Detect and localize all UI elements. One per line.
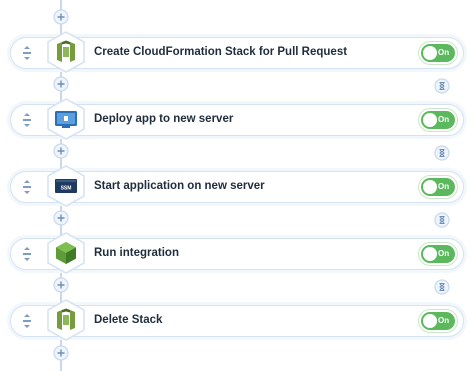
toggle-knob [423, 113, 437, 127]
step-title: Delete Stack [94, 314, 163, 326]
drag-handle-icon[interactable] [21, 113, 33, 127]
add-step-node-3[interactable] [53, 210, 69, 226]
cloudformation-icon [43, 29, 89, 75]
add-gear-icon [53, 277, 69, 293]
add-gear-icon [53, 143, 69, 159]
toggle-label: On [438, 182, 450, 191]
wait-node-3[interactable] [434, 212, 450, 228]
server-deploy-icon [43, 96, 89, 142]
cloudformation-icon [43, 297, 89, 343]
step-enable-toggle[interactable]: On [421, 178, 455, 196]
wait-node-2[interactable] [434, 145, 450, 161]
workflow-step-card[interactable]: Delete Stack On [10, 299, 464, 341]
add-gear-icon [53, 345, 69, 361]
drag-handle-icon[interactable] [21, 46, 33, 60]
toggle-knob [423, 247, 437, 261]
drag-handle-icon[interactable] [21, 180, 33, 194]
workflow-step-card[interactable]: Deploy app to new server On [10, 98, 464, 140]
workflow-step-card[interactable]: Run integration On [10, 232, 464, 274]
step-title: Create CloudFormation Stack for Pull Req… [94, 46, 348, 58]
add-step-node-0[interactable] [53, 9, 69, 25]
add-step-node-1[interactable] [53, 76, 69, 92]
hourglass-icon [434, 145, 450, 161]
step-enable-toggle[interactable]: On [421, 312, 455, 330]
toggle-knob [423, 314, 437, 328]
hourglass-icon [434, 279, 450, 295]
wait-node-4[interactable] [434, 279, 450, 295]
hourglass-icon [434, 78, 450, 94]
toggle-knob [423, 46, 437, 60]
step-title: Deploy app to new server [94, 113, 234, 125]
toggle-label: On [438, 48, 450, 57]
step-enable-toggle[interactable]: On [421, 44, 455, 62]
add-gear-icon [53, 9, 69, 25]
workflow-step-card[interactable]: Create CloudFormation Stack for Pull Req… [10, 31, 464, 73]
step-enable-toggle[interactable]: On [421, 111, 455, 129]
toggle-label: On [438, 115, 450, 124]
add-step-node-4[interactable] [53, 277, 69, 293]
integration-cube-icon [43, 230, 89, 276]
toggle-label: On [438, 249, 450, 258]
ssm-badge: SSM [61, 186, 72, 192]
toggle-knob [423, 180, 437, 194]
add-step-node-5[interactable] [53, 345, 69, 361]
toggle-label: On [438, 316, 450, 325]
wait-node-1[interactable] [434, 78, 450, 94]
step-title: Run integration [94, 247, 179, 259]
ssm-icon: SSM [43, 163, 89, 209]
step-title: Start application on new server [94, 180, 265, 192]
add-gear-icon [53, 76, 69, 92]
add-gear-icon [53, 210, 69, 226]
step-enable-toggle[interactable]: On [421, 245, 455, 263]
drag-handle-icon[interactable] [21, 314, 33, 328]
add-step-node-2[interactable] [53, 143, 69, 159]
hourglass-icon [434, 212, 450, 228]
drag-handle-icon[interactable] [21, 247, 33, 261]
workflow-step-card[interactable]: SSM Start application on new server On [10, 165, 464, 207]
